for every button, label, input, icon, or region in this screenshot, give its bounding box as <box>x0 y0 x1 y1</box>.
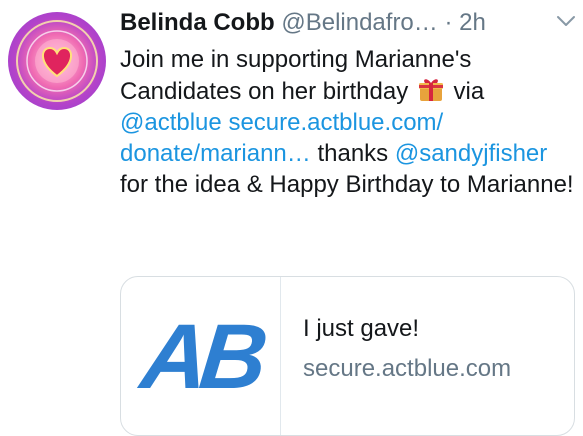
tweet-text-part: via <box>453 78 485 105</box>
tweet-header: Belinda Cobb @Belindafro… · 2h <box>120 8 570 38</box>
tweet-text: Join me in supporting Marianne's Candida… <box>120 44 576 200</box>
card-title: I just gave! <box>303 315 420 342</box>
gift-icon <box>418 79 443 101</box>
card-thumbnail: AB <box>121 277 281 435</box>
tweet-text-part: thanks <box>317 140 389 167</box>
mention-actblue-link[interactable]: @actblue <box>120 109 222 136</box>
chevron-down-icon[interactable] <box>555 10 577 32</box>
tweet-text-part: for the idea & Happy Birthday to Mariann… <box>120 171 574 198</box>
card-domain: secure.actblue.com <box>303 355 512 382</box>
heart-mandala-icon <box>16 20 98 102</box>
link-preview-card[interactable]: AB I just gave! secure.actblue.com <box>120 276 575 436</box>
author-name[interactable]: Belinda Cobb <box>120 9 275 36</box>
avatar[interactable] <box>8 12 106 110</box>
author-handle[interactable]: @Belindafro… <box>281 9 437 36</box>
separator-dot: · <box>444 9 453 36</box>
timestamp[interactable]: 2h <box>459 9 486 36</box>
actblue-logo: AB <box>136 305 265 408</box>
mention-sandy-link[interactable]: @sandyjfisher <box>395 140 547 167</box>
